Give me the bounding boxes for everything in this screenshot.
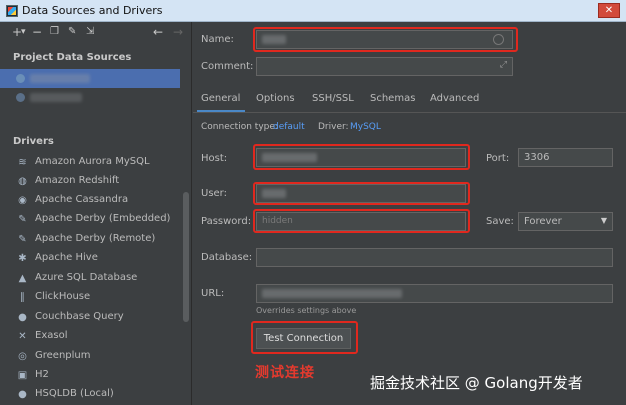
name-label: Name: — [201, 34, 234, 45]
driver-item[interactable]: ● HSQLDB (Local) — [0, 385, 182, 404]
driver-icon: ◎ — [18, 351, 27, 362]
redacted-name — [30, 74, 90, 83]
test-connection-button[interactable]: Test Connection — [256, 328, 351, 349]
name-input[interactable] — [256, 30, 513, 49]
database-input[interactable] — [256, 248, 613, 267]
connection-type-label: Connection type: — [201, 122, 278, 132]
database-icon — [16, 93, 25, 102]
forward-icon[interactable]: → — [173, 25, 183, 39]
driver-item[interactable]: ≋ Amazon Aurora MySQL — [0, 153, 182, 172]
driver-icon: ● — [18, 312, 27, 323]
left-toolbar: + ▾ − ❐ ✎ ⇲ ← → — [0, 22, 192, 42]
host-label: Host: — [201, 153, 228, 164]
back-icon[interactable]: ← — [153, 25, 163, 39]
left-panel: + ▾ − ❐ ✎ ⇲ ← → Project Data Sources Dri… — [0, 22, 192, 405]
database-icon — [16, 74, 25, 83]
driver-item[interactable]: ✎ Apache Derby (Embedded) — [0, 210, 182, 229]
user-label: User: — [201, 188, 227, 199]
chevron-down-icon: ▼ — [600, 216, 607, 225]
app-icon — [6, 5, 18, 17]
driver-icon: ▣ — [17, 370, 28, 381]
tab-options[interactable]: Options — [256, 93, 295, 104]
driver-item[interactable]: ◎ Greenplum — [0, 347, 182, 366]
driver-item[interactable]: ∥ ClickHouse — [0, 288, 182, 307]
driver-icon: ◍ — [18, 176, 27, 187]
driver-icon: ◉ — [18, 195, 27, 206]
project-data-sources-header: Project Data Sources — [13, 52, 132, 63]
url-note: Overrides settings above — [256, 306, 357, 315]
driver-icon: ▲ — [18, 273, 27, 284]
save-label: Save: — [486, 216, 514, 227]
driver-item[interactable]: ▲ Azure SQL Database — [0, 269, 182, 288]
comment-input[interactable]: ⤢ — [256, 57, 513, 76]
driver-icon: ✕ — [18, 331, 27, 342]
driver-item[interactable]: ▣ H2 — [0, 366, 182, 385]
connection-form: Name: Comment: ⤢ General Options SSH/SSL… — [193, 22, 626, 405]
remove-icon[interactable]: − — [32, 25, 42, 39]
driver-icon: ● — [18, 389, 27, 400]
driver-icon: ∥ — [20, 292, 25, 303]
driver-icon: ✎ — [18, 214, 27, 225]
driver-icon: ✎ — [18, 234, 27, 245]
driver-item[interactable]: ✱ Apache Hive — [0, 249, 182, 268]
expand-icon[interactable]: ⤢ — [500, 60, 507, 70]
window-title: Data Sources and Drivers — [22, 4, 163, 17]
driver-icon: ✱ — [18, 253, 27, 264]
tab-general[interactable]: General — [201, 93, 240, 104]
save-select[interactable]: Forever ▼ — [518, 212, 613, 231]
url-label: URL: — [201, 288, 225, 299]
drivers-header: Drivers — [13, 136, 54, 147]
add-dropdown-icon[interactable]: ▾ — [21, 27, 26, 37]
watermark: 掘金技术社区 @ Golang开发者 — [370, 374, 583, 392]
wrench-icon[interactable]: ✎ — [68, 26, 76, 37]
data-source-item[interactable] — [0, 88, 180, 107]
tab-advanced[interactable]: Advanced — [430, 93, 479, 104]
driver-label: Driver: — [318, 122, 349, 132]
redacted-name — [30, 93, 82, 102]
scrollbar[interactable] — [183, 192, 189, 322]
host-input[interactable] — [256, 148, 466, 167]
title-bar: Data Sources and Drivers ✕ — [0, 0, 626, 22]
close-button[interactable]: ✕ — [598, 3, 620, 18]
import-icon[interactable]: ⇲ — [86, 26, 94, 37]
password-label: Password: — [201, 216, 252, 227]
driver-item[interactable]: ◉ Apache Cassandra — [0, 191, 182, 210]
copy-icon[interactable]: ❐ — [50, 26, 59, 37]
url-input[interactable] — [256, 284, 613, 303]
driver-icon: ≋ — [18, 157, 27, 168]
data-source-item[interactable] — [0, 69, 180, 88]
connection-type-link[interactable]: default — [273, 122, 305, 132]
port-input[interactable]: 3306 — [518, 148, 613, 167]
driver-item[interactable]: ✕ Exasol — [0, 327, 182, 346]
driver-link[interactable]: MySQL — [350, 122, 381, 132]
driver-item[interactable]: ● Couchbase Query — [0, 308, 182, 327]
tab-schemas[interactable]: Schemas — [370, 93, 415, 104]
user-input[interactable] — [256, 184, 466, 203]
password-input[interactable]: hidden — [256, 212, 466, 231]
comment-label: Comment: — [201, 61, 254, 72]
tab-ssh-ssl[interactable]: SSH/SSL — [312, 93, 354, 104]
driver-item[interactable]: ◍ Amazon Redshift — [0, 172, 182, 191]
annotation-caption: 测试连接 — [255, 365, 315, 381]
color-circle-icon[interactable] — [493, 34, 504, 45]
driver-item[interactable]: ✎ Apache Derby (Remote) — [0, 230, 182, 249]
tab-divider — [193, 112, 626, 113]
port-label: Port: — [486, 153, 510, 164]
database-label: Database: — [201, 252, 253, 263]
